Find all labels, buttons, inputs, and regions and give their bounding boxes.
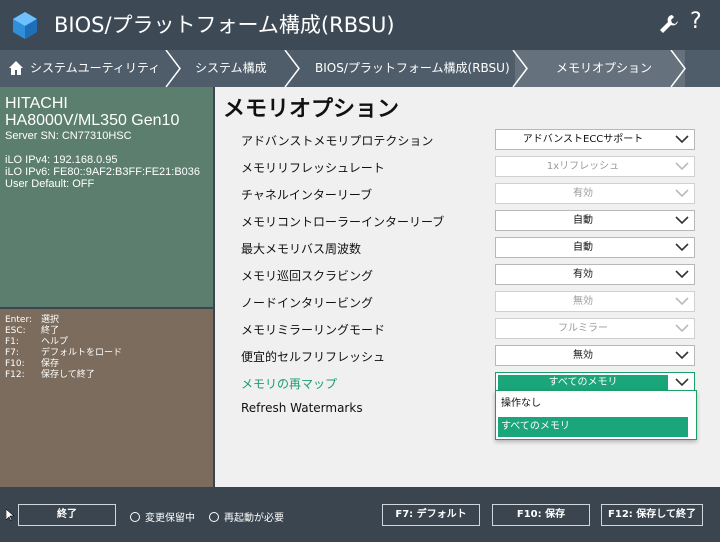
key-name: Enter: <box>5 315 33 325</box>
setting-label-active: メモリの再マップ <box>241 377 338 391</box>
setting-value: 1xリフレッシュ <box>546 161 620 172</box>
breadcrumb-separator-icon <box>512 50 528 87</box>
setting-select[interactable]: 自動 <box>495 237 695 258</box>
mouse-cursor-icon <box>6 509 14 521</box>
f7-default-button[interactable]: F7: デフォルト <box>382 504 480 526</box>
setting-label: メモリリフレッシュレート <box>241 161 385 175</box>
server-info-panel: HITACHI HA8000V/ML350 Gen10 Server SN: C… <box>0 87 213 307</box>
setting-value: 無効 <box>573 350 593 361</box>
key-legend-row: ESC: 終了 <box>5 326 208 337</box>
key-name: F7: <box>5 348 19 358</box>
breadcrumb: システムユーティリティ システム構成 BIOS/プラットフォーム構成(RBSU)… <box>0 50 720 87</box>
breadcrumb-memory-options[interactable]: メモリオプション <box>556 50 652 87</box>
key-action: ヘルプ <box>41 337 69 347</box>
exit-button[interactable]: 終了 <box>18 504 116 526</box>
setting-select: フルミラー <box>495 318 695 339</box>
key-name: F12: <box>5 370 25 380</box>
chevron-down-icon <box>675 135 689 144</box>
chevron-down-icon <box>675 378 689 387</box>
setting-value: 自動 <box>573 242 593 253</box>
app-title: BIOS/プラットフォーム構成(RBSU) <box>54 13 395 37</box>
setting-value: 無効 <box>573 296 593 307</box>
breadcrumb-bios-config[interactable]: BIOS/プラットフォーム構成(RBSU) <box>315 50 510 87</box>
setting-value: 自動 <box>573 215 593 226</box>
f12-save-exit-button[interactable]: F12: 保存して終了 <box>601 504 703 526</box>
title-bar: BIOS/プラットフォーム構成(RBSU) ? <box>0 0 720 50</box>
chevron-down-icon <box>675 162 689 171</box>
setting-select: 1xリフレッシュ <box>495 156 695 177</box>
key-action: 保存 <box>41 359 60 369</box>
setting-label: チャネルインターリーブ <box>241 188 373 202</box>
key-legend-panel: Enter: 選択 ESC: 終了 F1: ヘルプ F7: デフォルトをロード F10:… <box>0 309 213 487</box>
key-name: F10: <box>5 359 25 369</box>
page-title: メモリオプション <box>223 97 400 122</box>
setting-label: アドバンストメモリプロテクション <box>241 134 434 148</box>
chevron-down-icon <box>675 216 689 225</box>
home-icon[interactable] <box>8 60 24 76</box>
breadcrumb-system-utilities[interactable]: システムユーティリティ <box>30 50 160 87</box>
chevron-down-icon <box>675 270 689 279</box>
key-name: ESC: <box>5 326 26 336</box>
ilo-ipv4: iLO IPv4: 192.168.0.95 <box>5 154 118 166</box>
dropdown-option[interactable]: 操作なし <box>498 394 688 414</box>
chevron-down-icon <box>675 189 689 198</box>
server-serial: Server SN: CN77310HSC <box>5 130 132 142</box>
wrench-icon[interactable] <box>658 13 680 35</box>
setting-select[interactable]: 自動 <box>495 210 695 231</box>
setting-label: 便宜的セルフリフレッシュ <box>241 350 386 364</box>
breadcrumb-separator-icon <box>670 50 686 87</box>
radio-circle-icon <box>130 511 140 522</box>
setting-value: 有効 <box>573 188 593 199</box>
breadcrumb-separator-icon <box>284 50 300 87</box>
setting-label: メモリコントローラーインターリーブ <box>241 215 445 229</box>
pending-changes-indicator: 変更保留中 <box>130 509 195 524</box>
key-legend-row: Enter: 選択 <box>5 315 208 326</box>
key-action: 終了 <box>41 326 60 336</box>
setting-value: 有効 <box>573 269 593 280</box>
setting-select: 無効 <box>495 291 695 312</box>
chevron-down-icon <box>675 324 689 333</box>
reboot-required-label: 再起動が必要 <box>224 513 284 524</box>
setting-label: メモリミラーリングモード <box>241 323 386 337</box>
chevron-down-icon <box>675 297 689 306</box>
refresh-watermarks-link[interactable]: Refresh Watermarks <box>241 401 363 415</box>
key-action: 選択 <box>41 315 60 325</box>
key-name: F1: <box>5 337 19 347</box>
setting-select: 有効 <box>495 183 695 204</box>
radio-circle-icon <box>209 511 219 522</box>
breadcrumb-system-config[interactable]: システム構成 <box>195 50 267 87</box>
memory-remap-dropdown: 操作なし すべてのメモリ <box>495 390 697 440</box>
help-icon[interactable]: ? <box>690 9 702 34</box>
key-legend-row: F7: デフォルトをロード <box>5 348 208 359</box>
bios-logo-icon <box>13 12 37 39</box>
chevron-down-icon <box>675 243 689 252</box>
dropdown-option-selected[interactable]: すべてのメモリ <box>498 417 688 437</box>
breadcrumb-separator-icon <box>165 50 181 87</box>
reboot-required-indicator: 再起動が必要 <box>209 509 284 524</box>
chevron-down-icon <box>675 351 689 360</box>
setting-label: ノードインタリービング <box>241 296 374 310</box>
setting-label: 最大メモリバス周波数 <box>241 242 362 256</box>
setting-value: フルミラー <box>558 323 608 334</box>
key-legend-row: F12: 保存して終了 <box>5 370 208 381</box>
setting-select[interactable]: 有効 <box>495 264 695 285</box>
key-legend-row: F10: 保存 <box>5 359 208 370</box>
server-model: HA8000V/ML350 Gen10 <box>5 112 180 129</box>
setting-label: メモリ巡回スクラビング <box>241 269 374 283</box>
ilo-ipv6: iLO IPv6: FE80::9AF2:B3FF:FE21:B036 <box>5 166 201 178</box>
f10-save-button[interactable]: F10: 保存 <box>492 504 590 526</box>
server-vendor: HITACHI <box>5 95 68 112</box>
setting-value: すべてのメモリ <box>498 375 668 390</box>
pending-changes-label: 変更保留中 <box>145 513 195 524</box>
setting-select[interactable]: アドバンストECCサポート <box>495 129 695 150</box>
user-default: User Default: OFF <box>5 178 95 190</box>
setting-value: アドバンストECCサポート <box>522 134 644 145</box>
setting-select[interactable]: 無効 <box>495 345 695 366</box>
key-action: デフォルトをロード <box>41 348 123 358</box>
key-legend-row: F1: ヘルプ <box>5 337 208 348</box>
key-action: 保存して終了 <box>41 370 95 380</box>
